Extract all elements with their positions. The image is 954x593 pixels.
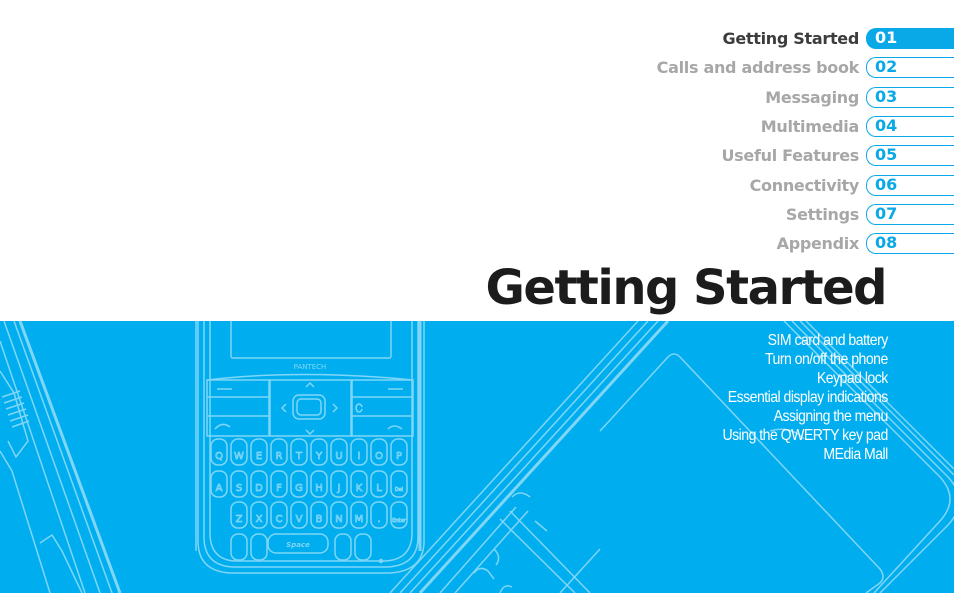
illustration-key-label: Y <box>315 451 323 462</box>
illustration-key-label: M <box>355 514 364 525</box>
illustration-key-label: G <box>295 483 303 494</box>
illustration-key-label: L <box>376 483 382 494</box>
toc-tab[interactable]: 03 <box>866 86 954 108</box>
chapter-banner: Q W E R T Y U I O P A S D F G H J K L Del Z X C V B N M. Enter Space… <box>0 321 954 593</box>
section-media-mall[interactable]: MEdia Mall <box>723 445 889 464</box>
section-keypad-lock[interactable]: Keypad lock <box>723 369 888 388</box>
toc-tab[interactable]: 07 <box>866 203 954 225</box>
illustration-key-label: Enter <box>392 518 406 524</box>
illustration-key-label: P <box>396 451 402 462</box>
illustration-key-label: Z <box>236 514 243 525</box>
illustration-key-label: T <box>295 451 303 462</box>
illustration-key-label: C <box>276 514 283 525</box>
illustration-key <box>250 533 268 561</box>
illustration-key-label: Del <box>395 487 403 493</box>
toc-number: 02 <box>875 57 898 77</box>
section-assigning-menu[interactable]: Assigning the menu <box>723 407 889 426</box>
illustration-key-label: O <box>375 451 383 462</box>
illustration-key-label: H <box>315 483 323 494</box>
illustration-key-label: D <box>255 483 263 494</box>
section-turn-on-off[interactable]: Turn on/off the phone <box>723 350 888 369</box>
illustration-key-label: X <box>256 514 263 525</box>
toc-number: 06 <box>875 174 898 194</box>
illustration-key-label: E <box>256 451 262 462</box>
toc-tab[interactable]: 04 <box>866 115 954 137</box>
toc-number: 01 <box>875 28 898 47</box>
phone-side-outline <box>0 321 197 593</box>
toc-item-useful-features[interactable]: Useful Features 05 <box>0 144 954 169</box>
toc-number: 03 <box>875 86 898 106</box>
toc-label: Messaging <box>765 87 859 107</box>
chapter-title: Getting Started <box>485 260 888 316</box>
phone-front-outline: Q W E R T Y U I O P A S D F G H J K L Del Z X C V B N M. Enter Space… <box>197 321 425 574</box>
illustration-key-label: . <box>377 514 380 525</box>
illustration-key-label: U <box>335 451 342 462</box>
illustration-key-label: W <box>234 451 244 462</box>
toc-item-settings[interactable]: Settings 07 <box>0 203 954 228</box>
toc-label: Useful Features <box>721 146 859 166</box>
illustration-key-label: J <box>337 483 341 494</box>
toc-item-appendix[interactable]: Appendix 08 <box>0 232 954 257</box>
section-sim-card-and-battery[interactable]: SIM card and battery <box>723 331 889 350</box>
illustration-key-label: Q <box>215 451 223 462</box>
toc-tab[interactable]: 06 <box>866 174 954 196</box>
toc-label: Connectivity <box>749 175 860 195</box>
illustration-key-label: N <box>335 514 342 525</box>
illustration-key-label: F <box>276 483 282 494</box>
illustration-key-label: R <box>276 451 283 462</box>
toc-item-getting-started[interactable]: Getting Started 01 <box>0 27 954 52</box>
illustration-key <box>390 501 408 529</box>
toc-item-connectivity[interactable]: Connectivity 06 <box>0 174 954 199</box>
toc-number: 07 <box>875 203 898 223</box>
toc-number: 05 <box>875 145 898 165</box>
toc-number: 04 <box>875 115 898 135</box>
qwerty-keys: Q W E R T Y U I O P A S D F G H J K L Del Z X C V B N M. Enter Space… <box>210 363 408 561</box>
illustration-key <box>230 533 248 561</box>
illustration-key-label: S <box>236 483 242 494</box>
illustration-space-label: Space <box>286 541 310 549</box>
toc-item-calls-and-address-book[interactable]: Calls and address book 02 <box>0 56 954 81</box>
illustration-key-label: I <box>358 451 361 462</box>
illustration-key-label: K <box>356 483 363 494</box>
illustration-key-label: A <box>216 483 223 494</box>
section-display-indications[interactable]: Essential display indications <box>723 388 889 407</box>
illustration-key <box>334 533 352 561</box>
toc-label: Settings <box>785 204 859 224</box>
toc-number: 08 <box>875 233 898 253</box>
section-qwerty-keypad[interactable]: Using the QWERTY key pad <box>723 426 889 445</box>
toc-tab[interactable]: 01 <box>866 28 954 49</box>
toc-label: Appendix <box>776 234 860 254</box>
toc-tab[interactable]: 08 <box>866 233 954 255</box>
illustration-brand-logo: PANTECH <box>294 363 327 371</box>
section-list: SIM card and battery Turn on/off the pho… <box>700 331 889 464</box>
toc-item-multimedia[interactable]: Multimedia 04 <box>0 115 954 140</box>
toc-tab[interactable]: 02 <box>866 57 954 79</box>
illustration-key-label: V <box>296 514 303 525</box>
illustration-key <box>354 533 372 561</box>
illustration-key <box>390 470 408 498</box>
toc-item-messaging[interactable]: Messaging 03 <box>0 86 954 111</box>
toc-label: Multimedia <box>760 116 860 136</box>
toc-tab[interactable]: 05 <box>866 145 954 167</box>
illustration-key-label: B <box>316 514 323 525</box>
toc-label: Getting Started <box>722 29 860 48</box>
toc-label: Calls and address book <box>656 58 860 78</box>
